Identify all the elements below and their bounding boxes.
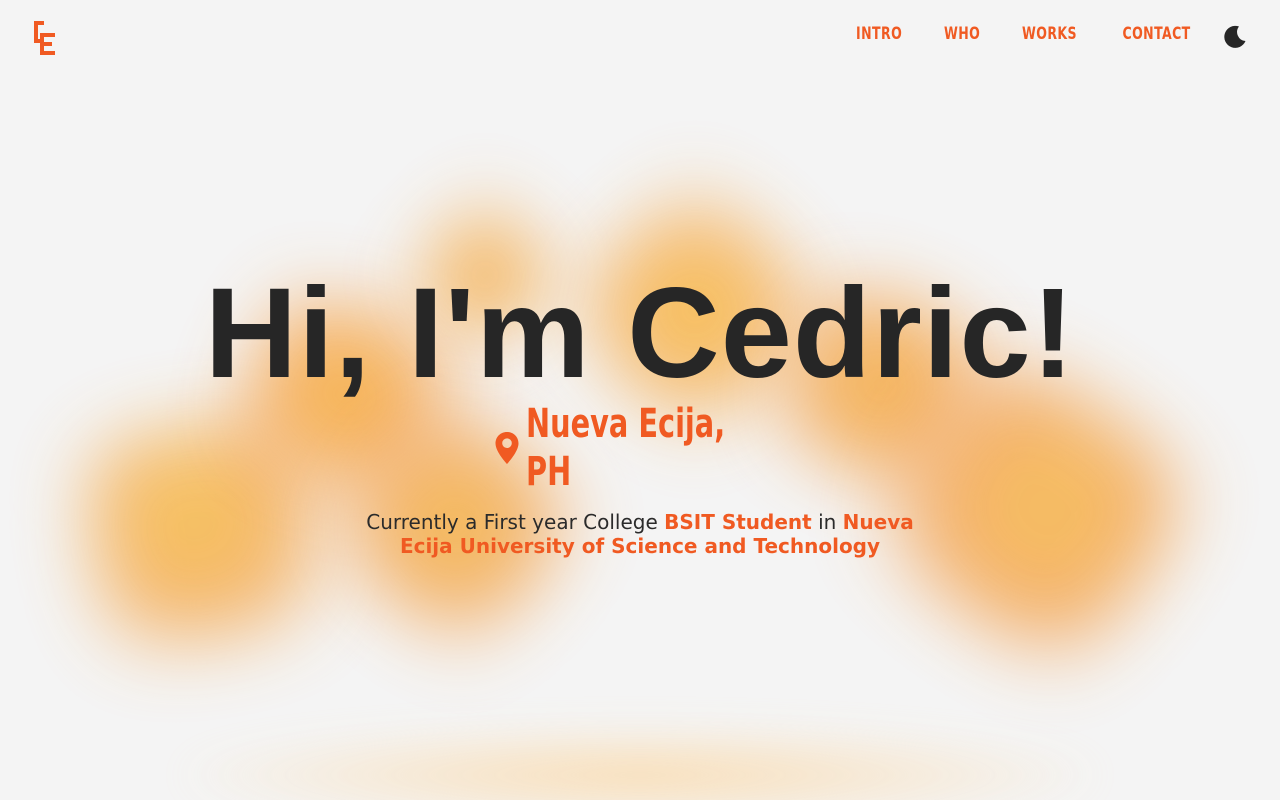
moon-icon (1224, 25, 1246, 48)
map-pin-icon (495, 432, 519, 464)
ce-monogram-logo-icon (34, 21, 55, 55)
main-nav: INTRO WHO WORKS CONTACT (851, 24, 1198, 44)
nav-who[interactable]: WHO (944, 24, 980, 44)
theme-toggle-button[interactable] (1222, 24, 1248, 50)
background-glow (180, 730, 1100, 800)
logo-link[interactable] (30, 19, 58, 57)
description-text: Currently a First year College (366, 510, 665, 534)
site-header: INTRO WHO WORKS CONTACT (0, 0, 1280, 76)
location: Nueva Ecija, PH (0, 400, 1280, 496)
nav-intro[interactable]: INTRO (856, 24, 902, 44)
nav-contact[interactable]: CONTACT (1122, 24, 1190, 44)
nav-works[interactable]: WORKS (1022, 24, 1077, 44)
location-text: Nueva Ecija, PH (526, 401, 726, 495)
hero-description: Currently a First year College BSIT Stud… (340, 510, 940, 558)
hero-section: Hi, I'm Cedric! Nueva Ecija, PH Currentl… (0, 262, 1280, 559)
description-text: in (811, 510, 843, 534)
program-highlight: BSIT Student (664, 510, 812, 534)
hero-title: Hi, I'm Cedric! (204, 262, 1076, 405)
